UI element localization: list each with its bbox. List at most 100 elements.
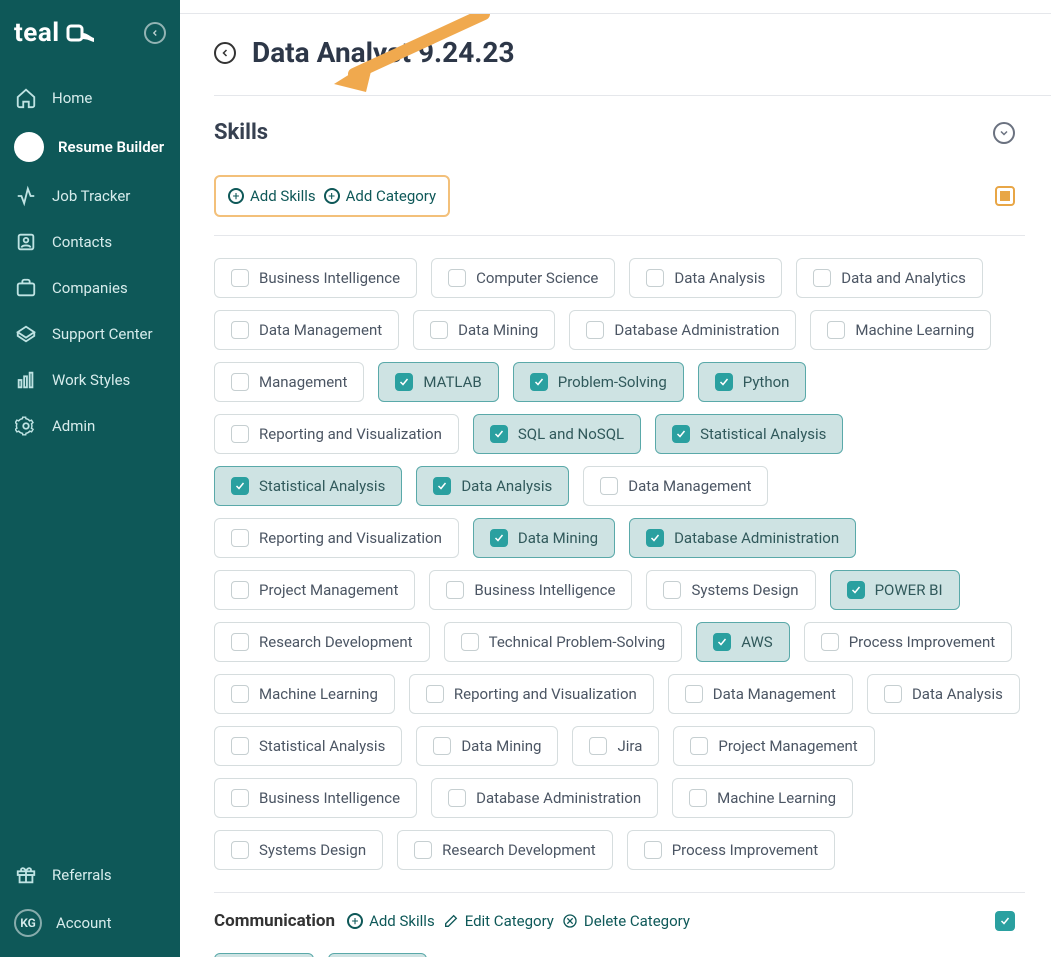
skill-chip[interactable]: Management [214, 362, 364, 402]
skill-chip[interactable]: Business Intelligence [214, 258, 417, 298]
skill-chip-label: Data Management [259, 321, 382, 339]
skill-chip-label: Machine Learning [855, 321, 974, 339]
skill-chip[interactable]: Research Development [214, 622, 430, 662]
comm-add-skills-button[interactable]: + Add Skills [347, 912, 435, 930]
skill-chip-label: Data Analysis [674, 269, 765, 287]
skill-chip[interactable]: Systems Design [646, 570, 815, 610]
skill-chip[interactable]: Business Intelligence [214, 778, 417, 818]
skill-chip[interactable]: Reporting and Visualization [409, 674, 654, 714]
skill-chip[interactable]: Technical Problem-Solving [444, 622, 683, 662]
communication-chip-list: Loom Slack [214, 931, 1025, 957]
sidebar-item-referrals[interactable]: Referrals [4, 853, 176, 897]
skill-chip[interactable]: Business Intelligence [429, 570, 632, 610]
skill-chip[interactable]: Systems Design [214, 830, 383, 870]
add-skills-button[interactable]: + Add Skills [228, 187, 316, 205]
skill-chip[interactable]: Loom [214, 953, 314, 957]
skill-chip-label: Management [259, 373, 347, 391]
sidebar-collapse-button[interactable] [144, 22, 166, 44]
skill-chip[interactable]: Python [698, 362, 807, 402]
communication-master-toggle[interactable] [995, 911, 1015, 931]
skill-chip[interactable]: Jira [572, 726, 659, 766]
skill-chip-label: Python [743, 373, 790, 391]
sidebar-item-companies[interactable]: Companies [4, 266, 176, 310]
skill-chip[interactable]: Statistical Analysis [214, 466, 402, 506]
skill-chip[interactable]: SQL and NoSQL [473, 414, 641, 454]
sidebar-item-resume-builder[interactable]: Resume Builder [4, 122, 176, 172]
skill-chip[interactable]: Data Mining [416, 726, 558, 766]
collapse-skills-button[interactable] [993, 122, 1015, 144]
skill-chip[interactable]: Machine Learning [810, 310, 991, 350]
skill-chip[interactable]: Process Improvement [627, 830, 835, 870]
skill-chip-label: Statistical Analysis [700, 425, 826, 443]
skill-chip[interactable]: Data Management [214, 310, 399, 350]
sidebar-item-admin[interactable]: Admin [4, 404, 176, 448]
skill-chip[interactable]: Process Improvement [804, 622, 1012, 662]
checkbox-icon [663, 581, 681, 599]
skill-chip[interactable]: Data Analysis [867, 674, 1020, 714]
checkbox-icon [395, 373, 413, 391]
sidebar-item-home[interactable]: Home [4, 76, 176, 120]
checkbox-icon [589, 737, 607, 755]
comm-delete-category-button[interactable]: Delete Category [562, 912, 690, 930]
skill-chip[interactable]: Data Analysis [416, 466, 569, 506]
skill-chip[interactable]: Reporting and Visualization [214, 518, 459, 558]
skill-chip[interactable]: Project Management [214, 570, 415, 610]
sidebar-item-label: Resume Builder [58, 138, 164, 156]
comm-edit-category-button[interactable]: Edit Category [443, 912, 554, 930]
skill-chip-label: Machine Learning [717, 789, 836, 807]
checkbox-icon [715, 373, 733, 391]
sidebar-item-contacts[interactable]: Contacts [4, 220, 176, 264]
checkbox-icon [821, 633, 839, 651]
sidebar-item-label: Job Tracker [52, 187, 130, 205]
skill-chip-label: POWER BI [875, 581, 943, 599]
skill-chip[interactable]: AWS [696, 622, 790, 662]
add-category-button[interactable]: + Add Category [324, 187, 437, 205]
companies-icon [14, 276, 38, 300]
sidebar-item-account[interactable]: KG Account [4, 899, 176, 947]
sidebar-item-label: Companies [52, 279, 128, 297]
sidebar-item-label: Home [52, 89, 92, 107]
plus-icon: + [324, 188, 340, 204]
avatar: KG [14, 909, 42, 937]
sidebar-item-work-styles[interactable]: Work Styles [4, 358, 176, 402]
checkbox-icon [847, 581, 865, 599]
skill-chip[interactable]: Research Development [397, 830, 613, 870]
skill-chip[interactable]: Statistical Analysis [214, 726, 402, 766]
skill-chip[interactable]: Database Administration [431, 778, 658, 818]
skill-chip[interactable]: Data Mining [473, 518, 615, 558]
skill-chip[interactable]: Data Management [668, 674, 853, 714]
skill-chip-label: Process Improvement [672, 841, 818, 859]
skills-action-group: + Add Skills + Add Category [214, 175, 450, 217]
skills-master-toggle[interactable] [995, 186, 1015, 206]
resume-icon [14, 132, 44, 162]
back-button[interactable] [214, 42, 236, 64]
skill-chip[interactable]: Problem-Solving [513, 362, 684, 402]
skill-chip[interactable]: Slack [328, 953, 426, 957]
skill-chip[interactable]: Reporting and Visualization [214, 414, 459, 454]
support-icon [14, 322, 38, 346]
skill-chip[interactable]: Statistical Analysis [655, 414, 843, 454]
skill-chip[interactable]: MATLAB [378, 362, 498, 402]
skill-chip[interactable]: Project Management [673, 726, 874, 766]
plus-icon: + [228, 188, 244, 204]
skill-chip-label: Data Mining [518, 529, 598, 547]
checkbox-icon [231, 425, 249, 443]
checkbox-icon [672, 425, 690, 443]
skill-chip[interactable]: Data and Analytics [796, 258, 983, 298]
skill-chip[interactable]: Machine Learning [214, 674, 395, 714]
skill-chip-label: Business Intelligence [474, 581, 615, 599]
sidebar-item-job-tracker[interactable]: Job Tracker [4, 174, 176, 218]
brand-word: teal [14, 18, 60, 48]
checkbox-icon [231, 529, 249, 547]
skill-chip[interactable]: Computer Science [431, 258, 615, 298]
skill-chip-label: Reporting and Visualization [454, 685, 637, 703]
skill-chip[interactable]: Database Administration [629, 518, 856, 558]
skill-chip[interactable]: Data Management [583, 466, 768, 506]
skill-chip[interactable]: Data Mining [413, 310, 555, 350]
skill-chip[interactable]: POWER BI [830, 570, 960, 610]
sidebar-item-support-center[interactable]: Support Center [4, 312, 176, 356]
skill-chip[interactable]: Machine Learning [672, 778, 853, 818]
topbar [180, 0, 1051, 14]
skill-chip[interactable]: Database Administration [569, 310, 796, 350]
skill-chip[interactable]: Data Analysis [629, 258, 782, 298]
